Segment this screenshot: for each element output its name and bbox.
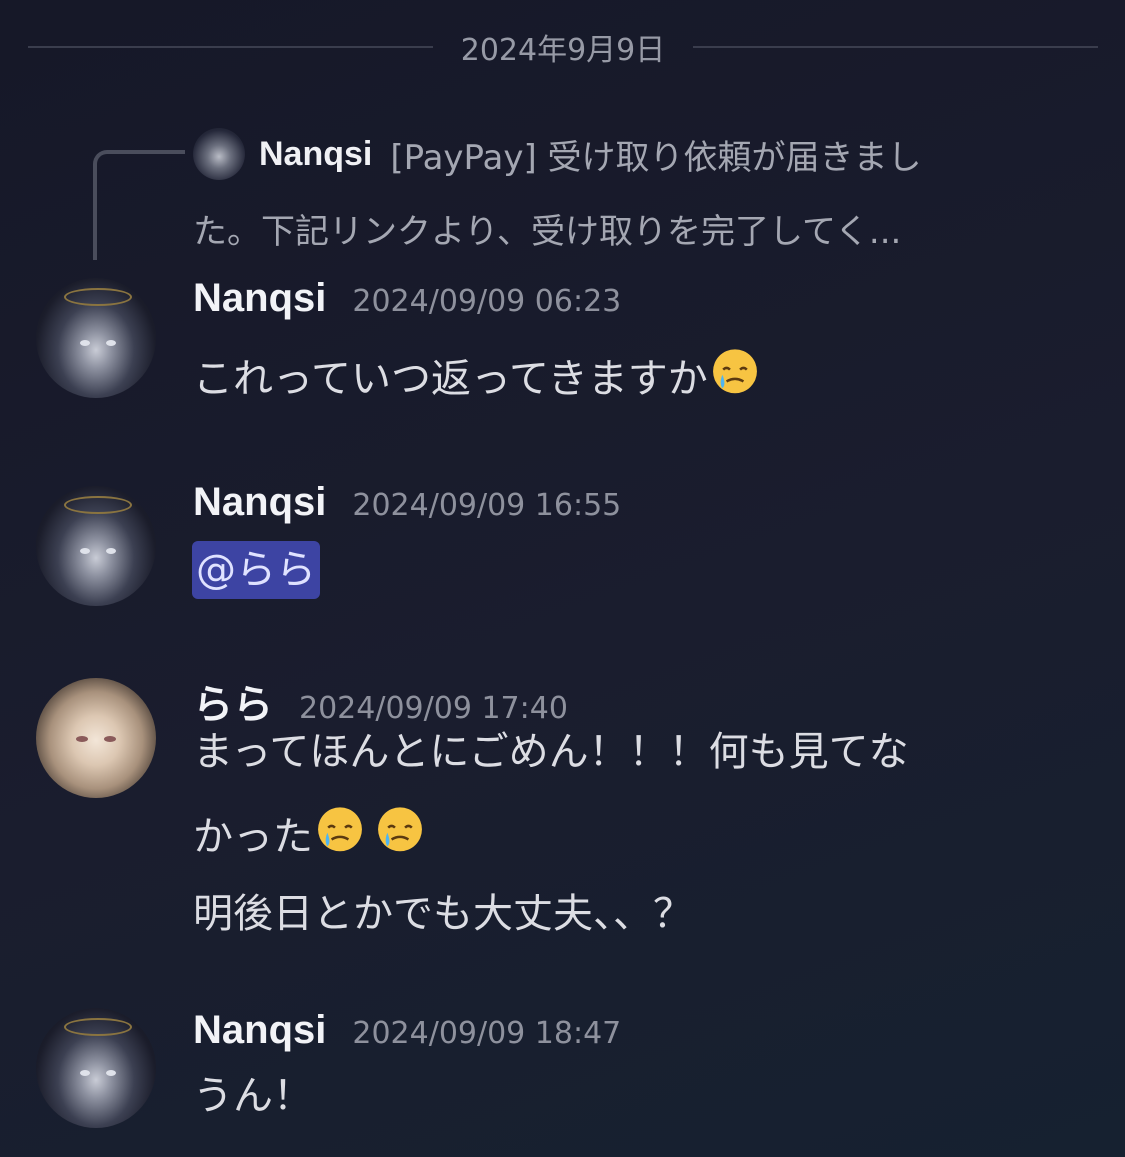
- message-timestamp: 2024/09/09 06:23: [352, 284, 622, 319]
- face-holding-back-tears-emoji: [318, 807, 362, 852]
- avatar-nanqsi[interactable]: [36, 486, 156, 606]
- message-text-line2: かった: [193, 804, 427, 864]
- message-text: うん！: [193, 1073, 313, 1119]
- message-author[interactable]: Nanqsi: [193, 480, 326, 525]
- date-divider-label: 2024年9月9日: [460, 33, 666, 68]
- reply-preview-line1[interactable]: [PayPay] 受け取り依頼が届きまし: [390, 130, 921, 179]
- avatar-nanqsi[interactable]: [36, 1008, 156, 1128]
- message-header: Nanqsi 2024/09/09 18:47: [193, 1008, 621, 1064]
- reply-preview-line2[interactable]: た。下記リンクより、受け取りを完了してく...: [193, 200, 1093, 256]
- reply-author[interactable]: Nanqsi: [259, 135, 372, 174]
- avatar-rara[interactable]: [36, 678, 156, 798]
- message-text-line1: まってほんとにごめん！！！何も見てな: [193, 729, 909, 775]
- user-mention[interactable]: @らら: [192, 541, 320, 599]
- message-text: これっていつ返ってきますか: [193, 346, 762, 406]
- message-author[interactable]: らら: [193, 672, 273, 730]
- message-timestamp: 2024/09/09 18:47: [352, 1016, 622, 1051]
- reply-reference[interactable]: Nanqsi [PayPay] 受け取り依頼が届きまし: [193, 126, 1093, 182]
- message-author[interactable]: Nanqsi: [193, 1008, 326, 1053]
- face-holding-back-tears-emoji: [378, 807, 422, 852]
- message-text-content: これっていつ返ってきますか: [193, 356, 708, 402]
- message-text-line3: 明後日とかでも大丈夫、、？: [193, 891, 693, 937]
- face-holding-back-tears-emoji: [712, 349, 757, 394]
- message-timestamp: 2024/09/09 17:40: [299, 691, 568, 726]
- reply-connector-line: [93, 150, 185, 260]
- date-divider: 2024年9月9日: [28, 18, 1098, 76]
- message-header: Nanqsi 2024/09/09 06:23: [193, 276, 621, 332]
- divider-line-right: [693, 46, 1098, 48]
- message-timestamp: 2024/09/09 16:55: [352, 488, 622, 523]
- message-header: らら 2024/09/09 17:40: [193, 672, 568, 728]
- message-text-content: かった: [193, 814, 313, 860]
- reply-avatar[interactable]: [193, 128, 245, 180]
- avatar-nanqsi[interactable]: [36, 278, 156, 398]
- divider-line-left: [28, 46, 433, 48]
- message-header: Nanqsi 2024/09/09 16:55: [193, 480, 621, 536]
- message-author[interactable]: Nanqsi: [193, 276, 326, 321]
